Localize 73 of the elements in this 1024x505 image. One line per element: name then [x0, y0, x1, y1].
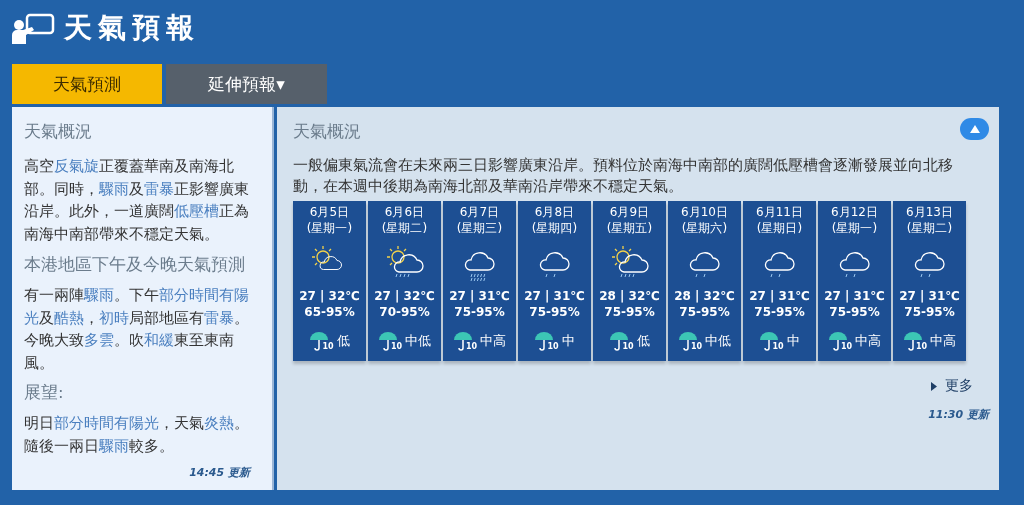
temperature: 27 | 31℃	[899, 288, 960, 304]
date-label: 6月13日	[906, 204, 953, 220]
rain-probability: 中低	[405, 333, 432, 349]
rain-probability: 低	[336, 333, 350, 349]
weekday-label: (星期日)	[756, 220, 803, 236]
temperature: 27 | 32℃	[299, 288, 360, 304]
weekday-label: (星期六)	[681, 220, 728, 236]
more-label: 更多	[945, 377, 973, 395]
tab[interactable]: 天氣預測	[12, 64, 162, 104]
date-label: 6月8日	[534, 204, 575, 220]
summary-text: 高空反氣旋正覆蓋華南及南海北部。同時，驟雨及雷暴正影響廣東沿岸。此外，一道廣闊低壓槽正為南海中南部帶來不穩定天氣。	[24, 157, 250, 244]
badge-number: 10	[390, 341, 403, 351]
date-label: 6月10日	[681, 204, 728, 220]
badge-number: 10	[840, 341, 853, 351]
humidity: 75-95%	[679, 304, 730, 320]
temperature: 28 | 32℃	[674, 288, 735, 304]
temperature: 27 | 31℃	[824, 288, 885, 304]
badge-number: 10	[465, 341, 478, 351]
badge-number: 10	[547, 341, 559, 351]
date-label: 6月9日	[609, 204, 650, 220]
badge-number: 10	[690, 341, 703, 351]
outlook-text: 明日部分時間有陽光，天氣炎熱。隨後一兩日驟雨較多。	[24, 414, 250, 456]
temperature: 27 | 31℃	[449, 288, 510, 304]
humidity: 75-95%	[529, 304, 580, 320]
badge-number: 10	[915, 341, 928, 351]
humidity: 75-95%	[454, 304, 505, 320]
date-label: 6月5日	[309, 204, 350, 220]
humidity: 65-95%	[304, 304, 355, 320]
rain-probability: 中高	[930, 333, 957, 349]
triangle-icon	[969, 125, 980, 133]
tab[interactable]: 延伸預報▾	[166, 64, 327, 104]
weekday-label: (星期三)	[456, 220, 503, 236]
outlook-text: 一般偏東氣流會在未來兩三日影響廣東沿岸。預料位於南海中南部的廣闊低壓槽會逐漸發展並向北移動，在本週中後期為南海北部及華南沿岸帶來不穩定天氣。	[293, 156, 954, 196]
date-label: 6月11日	[756, 204, 803, 220]
humidity: 75-95%	[829, 304, 880, 320]
more-link[interactable]: 更多	[931, 377, 973, 395]
presenter-icon	[12, 12, 56, 44]
rain-probability: 中	[786, 333, 800, 349]
section-heading: 展望:	[24, 382, 64, 404]
rain-probability: 中低	[705, 333, 732, 349]
section-heading: 本港地區下午及今晚天氣預測	[24, 253, 245, 276]
date-label: 6月12日	[831, 204, 878, 220]
humidity: 75-95%	[604, 304, 655, 320]
update-time: 14:45 更新	[189, 465, 250, 480]
weekday-label: (星期五)	[606, 220, 653, 236]
rain-probability: 中	[561, 333, 575, 349]
temperature: 27 | 31℃	[524, 288, 585, 304]
update-time: 11:30 更新	[928, 407, 989, 422]
section-heading: 天氣概況	[24, 121, 92, 143]
page-title: 天氣預報	[64, 10, 200, 46]
badge-number: 10	[772, 341, 784, 351]
humidity: 70-95%	[379, 304, 430, 320]
weekday-label: (星期二)	[381, 220, 428, 236]
weekday-label: (星期一)	[306, 220, 353, 236]
temperature: 27 | 31℃	[749, 288, 810, 304]
rain-probability: 中高	[855, 333, 882, 349]
humidity: 75-95%	[904, 304, 955, 320]
forecast-text: 有一兩陣驟雨。下午部分時間有陽光及酷熱，初時局部地區有雷暴。今晚大致多雲。吹和緩東至東南風。	[24, 286, 250, 373]
badge-number: 10	[622, 341, 634, 351]
weekday-label: (星期二)	[906, 220, 953, 236]
temperature: 27 | 32℃	[374, 288, 435, 304]
weekday-label: (星期一)	[831, 220, 878, 236]
rain-probability: 中高	[480, 333, 507, 349]
badge-number: 10	[322, 341, 334, 351]
humidity: 75-95%	[754, 304, 805, 320]
weekday-label: (星期四)	[531, 220, 578, 236]
date-label: 6月6日	[384, 204, 425, 220]
rain-probability: 低	[636, 333, 650, 349]
date-label: 6月7日	[459, 204, 500, 220]
temperature: 28 | 32℃	[599, 288, 660, 304]
collapse-button[interactable]	[960, 118, 989, 140]
section-heading: 天氣概況	[293, 121, 361, 143]
caret-icon	[931, 381, 937, 391]
